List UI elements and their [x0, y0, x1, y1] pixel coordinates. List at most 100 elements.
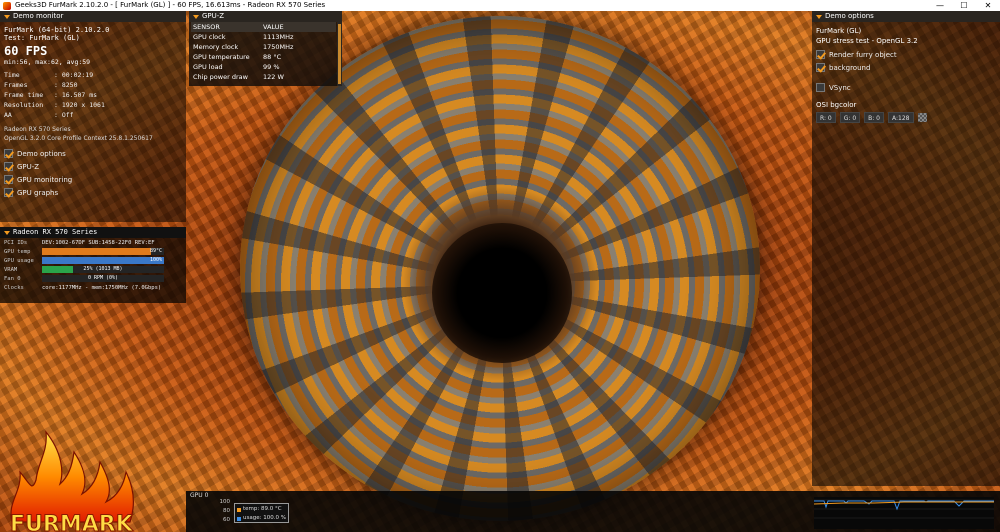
radeon-panel: Radeon RX 570 Series PCI IDs DEV:1002-67…	[0, 227, 186, 303]
stat-row: AA: Off	[0, 110, 186, 120]
demo-options-panel: Demo options FurMark (GL) GPU stress tes…	[812, 11, 1000, 486]
sensor-label: Fan 0	[4, 275, 21, 282]
option-label: GPU monitoring	[17, 175, 73, 184]
window-title: Geeks3D FurMark 2.10.2.0 - [ FurMark (GL…	[15, 1, 326, 9]
table-row: GPU temperature 88 °C	[191, 52, 336, 62]
demo-monitor-header[interactable]: Demo monitor	[0, 11, 186, 22]
fps-minmax: min:56, max:62, avg:59	[4, 58, 91, 66]
graph-title: GPU 0	[190, 492, 209, 499]
option-checkbox[interactable]: GPU graphs	[0, 186, 186, 199]
option-checkbox[interactable]: Demo options	[0, 147, 186, 160]
stat-row: Frames: 8250	[0, 80, 186, 90]
sensor-bar-fill	[42, 257, 164, 264]
checkbox-box[interactable]	[4, 188, 13, 197]
demo-title: FurMark (GL)	[816, 27, 862, 35]
checkbox-box[interactable]	[4, 149, 13, 158]
fps-counter: 60 FPS	[4, 44, 48, 58]
legend-swatch	[237, 516, 241, 521]
monitor-options-list: Demo options GPU-Z GPU monitoring GPU graph…	[0, 147, 186, 199]
stat-row: Resolution : 1920 x 1061	[0, 100, 186, 110]
sensor-bar-row: Fan 0 0 RPM (0%)	[0, 274, 186, 283]
logo-text: FURMARK	[10, 512, 134, 532]
sensor-name: GPU clock	[193, 33, 226, 41]
render-option-checkbox[interactable]: background	[812, 61, 1000, 74]
collapse-triangle-icon	[4, 14, 10, 19]
red-channel-input[interactable]: R: 0	[816, 112, 836, 123]
render-options-list: Render furry object background	[812, 48, 1000, 74]
sensor-bar-row: GPU temp 89°C	[0, 247, 186, 256]
option-label: Render furry object	[829, 50, 897, 59]
gpuz-sensor-table: SENSOR VALUE GPU clock 1113MHz Memory cloc…	[191, 22, 336, 82]
sensor-bar: 25% (1013 MB)	[42, 266, 164, 273]
flame-shape	[10, 430, 135, 523]
gpuz-header[interactable]: GPU-Z	[189, 11, 342, 22]
window-titlebar: Geeks3D FurMark 2.10.2.0 - [ FurMark (GL…	[0, 0, 1000, 11]
legend-swatch	[237, 507, 241, 512]
radeon-header[interactable]: Radeon RX 570 Series	[0, 227, 186, 238]
table-header-row: SENSOR VALUE	[191, 22, 336, 32]
minimize-button[interactable]: —	[928, 0, 952, 11]
sensor-reading: 1113MHz	[263, 33, 294, 41]
vsync-checkbox[interactable]: VSync	[812, 81, 1000, 94]
collapse-triangle-icon	[816, 14, 822, 19]
table-row: Memory clock 1750MHz	[191, 42, 336, 52]
checkbox-box[interactable]	[4, 175, 13, 184]
sensor-name: Memory clock	[193, 43, 239, 51]
blue-channel-input[interactable]: B: 0	[864, 112, 885, 123]
flame-logo-icon: FURMARK	[10, 430, 135, 532]
close-button[interactable]: ✕	[976, 0, 1000, 11]
furmark-logo: FURMARK	[2, 422, 152, 532]
stats-list: Time : 00:02:19 Frames: 8250 Frame time: 16…	[0, 70, 186, 120]
sensor-name: GPU temperature	[193, 53, 250, 61]
option-checkbox[interactable]: GPU-Z	[0, 160, 186, 173]
stat-label: Frame time	[4, 91, 44, 99]
color-swatch[interactable]	[917, 113, 927, 122]
scrollbar-thumb[interactable]	[338, 24, 341, 84]
graph-legend: temp: 89.0 °C usage: 100.0 %	[234, 503, 289, 523]
y-tick-label: 80	[223, 508, 230, 514]
checkbox-box[interactable]	[816, 50, 825, 59]
sensor-label: GPU temp	[4, 248, 31, 255]
demo-subtitle: GPU stress test - OpenGL 3.2	[816, 37, 918, 45]
sensor-label: GPU usage	[4, 257, 34, 264]
stat-label: AA	[4, 111, 12, 119]
sensor-name: GPU load	[193, 63, 223, 71]
checkbox-box[interactable]	[816, 83, 825, 92]
maximize-button[interactable]: ☐	[952, 0, 976, 11]
donut-center	[432, 223, 572, 363]
checkbox-box[interactable]	[4, 162, 13, 171]
graph-plot	[814, 497, 994, 529]
stat-value: : 1920 x 1061	[54, 101, 105, 109]
collapse-triangle-icon	[4, 230, 10, 235]
render-option-checkbox[interactable]: Render furry object	[812, 48, 1000, 61]
stat-row: Frame time: 16.507 ms	[0, 90, 186, 100]
option-checkbox[interactable]: GPU monitoring	[0, 173, 186, 186]
osi-bgcolor-controls: R: 0 G: 0 B: 0 A:128	[812, 112, 1000, 123]
app-icon	[3, 1, 11, 10]
test-name-line: Test: FurMark (GL)	[4, 34, 80, 42]
option-label: GPU graphs	[17, 188, 59, 197]
gpuz-panel: GPU-Z SENSOR VALUE GPU clock 1113MHz Memor…	[189, 11, 342, 86]
gpu-name: Radeon RX 570 Series	[4, 126, 71, 133]
checkbox-box[interactable]	[816, 63, 825, 72]
pci-ids-row: PCI IDs DEV:1002-67DF SUB:1458-22F0 REV:…	[4, 239, 155, 246]
stat-value: : 00:02:19	[54, 71, 94, 79]
legend-item: temp: 89.0 °C	[237, 505, 286, 514]
option-label: background	[829, 63, 871, 72]
sensor-name: Chip power draw	[193, 73, 248, 81]
green-channel-input[interactable]: G: 0	[839, 112, 861, 123]
sensor-reading: 88 °C	[263, 53, 282, 61]
sensor-bar: 100%	[42, 257, 164, 264]
column-header-value: VALUE	[261, 22, 336, 32]
stat-label: Time	[4, 71, 20, 79]
opengl-info: OpenGL 3.2.0 Core Profile Context 25.8.1…	[4, 135, 153, 142]
stat-label: Resolution	[4, 101, 44, 109]
alpha-channel-input[interactable]: A:128	[888, 112, 914, 123]
y-tick-label: 100	[219, 499, 231, 505]
legend-label: usage: 100.0 %	[243, 515, 286, 521]
sensor-bar-fill	[42, 248, 151, 255]
demo-options-header[interactable]: Demo options	[812, 11, 1000, 22]
table-row: Chip power draw 122 W	[191, 72, 336, 82]
y-tick-label: 60	[223, 517, 230, 523]
option-label: GPU-Z	[17, 162, 40, 171]
